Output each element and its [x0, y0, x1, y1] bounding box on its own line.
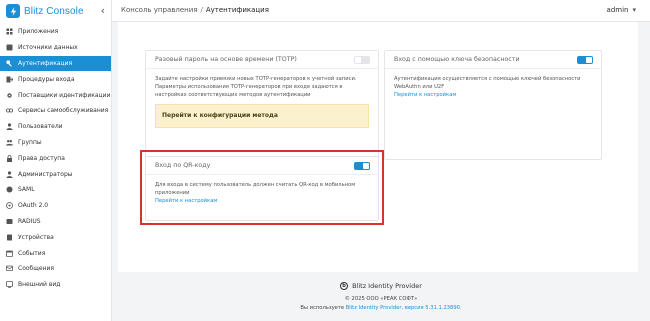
link-icon — [6, 107, 13, 114]
card-body: Аутентификация осуществляется с помощью … — [385, 69, 601, 105]
app-title: Blitz Console — [24, 5, 84, 17]
saml-icon — [6, 186, 13, 193]
sidebar-item[interactable]: Поставщики идентификации — [0, 87, 111, 103]
security-key-card: Вход с помощью ключа безопасности Аутент… — [384, 50, 602, 160]
version-info: Вы используете Blitz Identity Provider, … — [112, 305, 650, 311]
radius-icon — [6, 218, 13, 225]
card-header: Вход с помощью ключа безопасности — [385, 51, 601, 69]
sidebar-item-label: Сервисы самообслуживания — [18, 107, 109, 115]
sidebar-item-label: Приложения — [18, 28, 59, 36]
card-title: Разовый пароль на основе времени (TOTP) — [155, 56, 297, 63]
card-description: Для входа в систему пользователь должен … — [155, 182, 356, 196]
sidebar-item[interactable]: Группы — [0, 135, 111, 151]
users-icon — [6, 123, 13, 131]
sidebar-item-label: Пользователи — [18, 123, 63, 131]
security-key-toggle[interactable] — [577, 55, 593, 64]
sidebar-item[interactable]: Аутентификация — [0, 55, 111, 72]
toggle-knob — [586, 56, 592, 63]
sidebar-item-label: Поставщики идентификации — [18, 91, 111, 99]
breadcrumb-current: Аутентификация — [205, 6, 269, 14]
oauth-icon — [6, 202, 13, 210]
configure-method-button[interactable]: Перейти к конфигурации метода — [155, 104, 369, 128]
version-prefix: Вы используете — [300, 305, 346, 311]
sidebar-item-label: События — [18, 249, 46, 257]
chevron-down-icon: ▾ — [632, 6, 636, 14]
qr-login-toggle[interactable] — [354, 161, 370, 170]
toggle-knob — [363, 162, 369, 169]
groups-icon — [6, 139, 13, 146]
sidebar-item-label: Сообщения — [18, 265, 55, 273]
card-title: Вход с помощью ключа безопасности — [394, 56, 520, 63]
sidebar-item[interactable]: Внешний вид — [0, 277, 111, 293]
sidebar-nav: Приложения Источники данных Аутентификация… — [0, 24, 111, 293]
card-body: Для входа в систему пользователь должен … — [146, 175, 378, 211]
sidebar-item-label: Устройства — [18, 233, 54, 241]
qr-login-card: Вход по QR-коду Для входа в систему поль… — [145, 156, 379, 221]
sidebar-item-label: Права доступа — [18, 154, 65, 162]
copyright: © 2025 ООО «РЕАК СОФТ» — [344, 296, 418, 302]
sidebar-item[interactable]: События — [0, 245, 111, 261]
brand: Blitz Console ‹ — [0, 0, 111, 22]
admin-icon — [6, 170, 13, 178]
sidebar-item-label: Аутентификация — [18, 59, 73, 67]
blitz-mark-icon: b — [340, 282, 349, 290]
totp-card: Разовый пароль на основе времени (TOTP) … — [145, 50, 379, 160]
sidebar-item-label: SAML — [18, 186, 35, 194]
blitz-logo-icon — [6, 4, 20, 18]
card-header: Разовый пароль на основе времени (TOTP) — [146, 51, 378, 69]
footer-product: Blitz Identity Provider — [352, 282, 422, 290]
card-title: Вход по QR-коду — [155, 162, 211, 169]
card-description: Аутентификация осуществляется с помощью … — [394, 76, 581, 90]
database-icon — [6, 44, 13, 51]
sidebar-item[interactable]: Приложения — [0, 24, 111, 40]
toggle-knob — [355, 56, 361, 63]
appearance-icon — [6, 281, 13, 288]
lock-icon — [6, 154, 13, 162]
card-header: Вход по QR-коду — [146, 157, 378, 175]
breadcrumb-console-link[interactable]: Консоль управления — [121, 6, 197, 14]
sidebar-item[interactable]: Права доступа — [0, 150, 111, 166]
card-body: Задайте настройки привязки новых TOTP-ге… — [146, 69, 378, 134]
devices-icon — [6, 234, 13, 241]
sidebar-item[interactable]: OAuth 2.0 — [0, 198, 111, 214]
sidebar-item[interactable]: Сообщения — [0, 261, 111, 277]
events-icon — [6, 250, 13, 257]
main-content: Разовый пароль на основе времени (TOTP) … — [118, 22, 638, 272]
login-icon — [6, 76, 13, 83]
sidebar-item[interactable]: Устройства — [0, 229, 111, 245]
apps-icon — [6, 28, 13, 35]
sidebar-item-label: Внешний вид — [18, 281, 61, 289]
sidebar-item[interactable]: Пользователи — [0, 119, 111, 135]
sidebar-item-label: Администраторы — [18, 170, 73, 178]
key-icon — [6, 60, 13, 67]
gear-icon — [6, 92, 13, 99]
totp-toggle[interactable] — [354, 55, 370, 64]
breadcrumb-separator: / — [200, 6, 203, 14]
user-menu[interactable]: admin ▾ — [607, 6, 636, 14]
sidebar-item[interactable]: SAML — [0, 182, 111, 198]
sidebar-item[interactable]: Процедуры входа — [0, 71, 111, 87]
version-link[interactable]: Blitz Identity Provider, версия 5.31.1.2… — [346, 305, 462, 311]
sidebar-item[interactable]: Сервисы самообслуживания — [0, 103, 111, 119]
sidebar-item-label: Группы — [18, 138, 42, 146]
qr-settings-link[interactable]: Перейти к настройкам — [155, 197, 369, 205]
top-header: Консоль управления / Аутентификация admin … — [112, 0, 650, 22]
messages-icon — [6, 265, 13, 272]
collapse-sidebar-icon[interactable]: ‹ — [101, 4, 105, 17]
sidebar: Blitz Console ‹ Приложения Источники данн… — [0, 0, 112, 321]
sidebar-item-label: Процедуры входа — [18, 75, 75, 83]
sidebar-item-label: OAuth 2.0 — [18, 202, 49, 210]
sidebar-item-label: Источники данных — [18, 44, 78, 52]
security-key-settings-link[interactable]: Перейти к настройкам — [394, 91, 592, 99]
breadcrumb: Консоль управления / Аутентификация — [121, 6, 269, 14]
sidebar-item-label: RADIUS — [18, 217, 41, 225]
sidebar-item[interactable]: RADIUS — [0, 214, 111, 230]
sidebar-item[interactable]: Источники данных — [0, 40, 111, 56]
footer-brand: b Blitz Identity Provider — [112, 282, 650, 290]
sidebar-item[interactable]: Администраторы — [0, 166, 111, 182]
card-description: Задайте настройки привязки новых TOTP-ге… — [155, 76, 357, 98]
footer: b Blitz Identity Provider © 2025 ООО «РЕ… — [112, 272, 650, 321]
user-name: admin — [606, 6, 629, 14]
